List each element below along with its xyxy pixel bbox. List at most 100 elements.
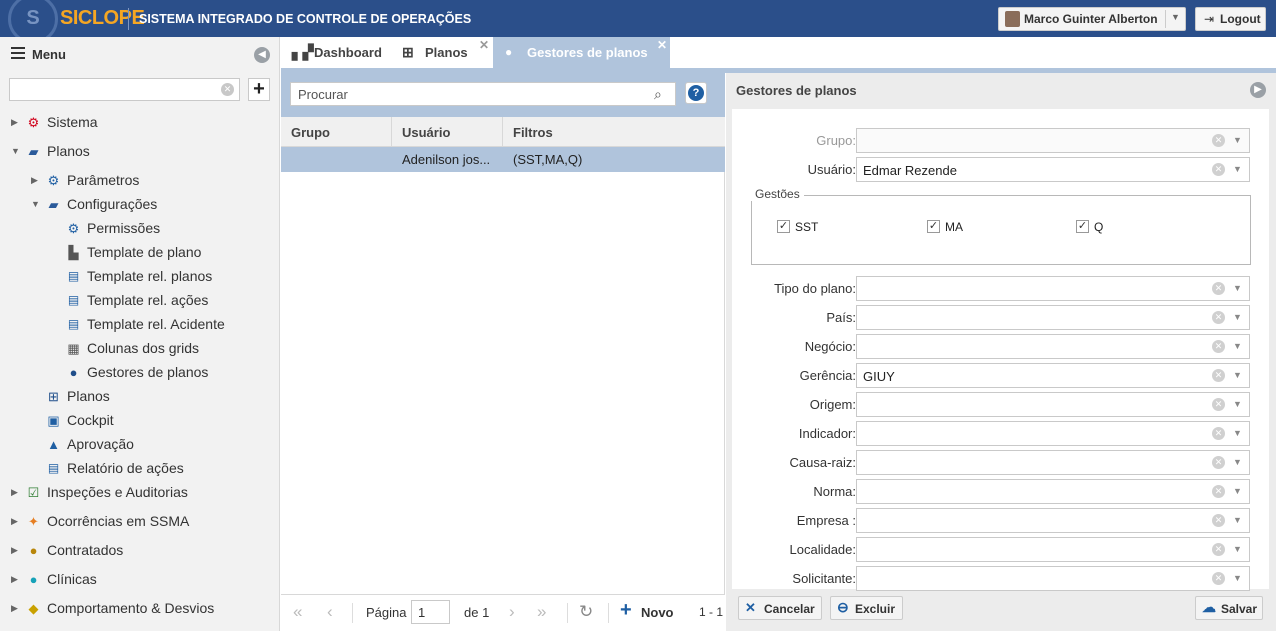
user-menu-divider bbox=[1165, 10, 1166, 28]
save-button[interactable]: ☁ Salvar bbox=[1195, 596, 1263, 620]
chevron-down-icon[interactable]: ▼ bbox=[1233, 312, 1242, 322]
first-page-icon[interactable]: « bbox=[293, 602, 302, 622]
collapse-arrow-icon[interactable]: ▼ bbox=[11, 146, 20, 156]
tab-gestores-de-planos[interactable]: ● Gestores de planos ✕ bbox=[493, 37, 670, 68]
expand-arrow-icon[interactable]: ▶ bbox=[11, 603, 18, 614]
add-button[interactable]: + bbox=[248, 78, 270, 101]
new-button[interactable]: + Novo bbox=[620, 599, 674, 623]
help-button[interactable]: ? bbox=[685, 82, 707, 104]
clear-icon[interactable]: ✕ bbox=[1212, 543, 1225, 556]
close-icon[interactable]: ✕ bbox=[657, 38, 667, 52]
chevron-down-icon[interactable]: ▼ bbox=[1171, 12, 1180, 22]
column-header-grupo[interactable]: Grupo bbox=[281, 117, 392, 147]
logout-button[interactable]: ⇥ Logout bbox=[1195, 7, 1266, 31]
clear-icon[interactable]: ✕ bbox=[1212, 485, 1225, 498]
chevron-down-icon[interactable]: ▼ bbox=[1233, 515, 1242, 525]
causa-raiz-select[interactable]: ✕ ▼ bbox=[856, 450, 1250, 475]
checkbox-label: Q bbox=[1094, 220, 1104, 234]
chevron-down-icon[interactable]: ▼ bbox=[1233, 283, 1242, 293]
clear-icon[interactable]: ✕ bbox=[1212, 369, 1225, 382]
chevron-down-icon[interactable]: ▼ bbox=[1233, 573, 1242, 583]
delete-label: Excluir bbox=[855, 602, 896, 616]
pdf-icon: ▤ bbox=[67, 269, 80, 283]
detail-panel: Gestores de planos ▶ Grupo: ✕ ▼ Usuário:… bbox=[726, 73, 1276, 631]
close-icon: ✕ bbox=[745, 600, 756, 615]
close-icon[interactable]: ✕ bbox=[479, 38, 489, 52]
clear-icon[interactable]: ✕ bbox=[1212, 398, 1225, 411]
sidebar-item-label: Contratados bbox=[47, 542, 124, 558]
prev-page-icon[interactable]: ‹ bbox=[327, 602, 333, 622]
collapse-arrow-icon[interactable]: ▼ bbox=[31, 199, 40, 209]
solicitante-select[interactable]: ✕ ▼ bbox=[856, 566, 1250, 591]
field-label: Solicitante: bbox=[792, 571, 856, 586]
page-number-input[interactable]: 1 bbox=[411, 600, 450, 624]
chevron-down-icon[interactable]: ▼ bbox=[1233, 341, 1242, 351]
usuario-select[interactable]: Edmar Rezende ✕ ▼ bbox=[856, 157, 1250, 182]
clear-icon[interactable]: ✕ bbox=[1212, 572, 1225, 585]
expand-arrow-icon[interactable]: ▶ bbox=[11, 516, 18, 527]
expand-arrow-icon[interactable]: ▶ bbox=[11, 545, 18, 556]
chevron-down-icon[interactable]: ▼ bbox=[1233, 457, 1242, 467]
clear-icon[interactable]: ✕ bbox=[1212, 340, 1225, 353]
tab-dashboard[interactable]: ▖▞ Dashboard bbox=[281, 37, 385, 68]
hamburger-icon[interactable] bbox=[11, 47, 25, 59]
gestoes-fieldset bbox=[751, 195, 1251, 265]
menu-search-input[interactable]: ✕ bbox=[9, 78, 240, 101]
clear-icon[interactable]: ✕ bbox=[1212, 311, 1225, 324]
cell-filtros: (SST,MA,Q) bbox=[513, 152, 583, 167]
clear-icon[interactable]: ✕ bbox=[1212, 514, 1225, 527]
collapse-left-icon[interactable]: ◀ bbox=[254, 47, 270, 63]
pais-select[interactable]: ✕ ▼ bbox=[856, 305, 1250, 330]
clear-icon[interactable]: ✕ bbox=[1212, 282, 1225, 295]
chevron-down-icon[interactable]: ▼ bbox=[1233, 399, 1242, 409]
origem-select[interactable]: ✕ ▼ bbox=[856, 392, 1250, 417]
check-icon[interactable]: ✓ bbox=[927, 220, 940, 233]
localidade-select[interactable]: ✕ ▼ bbox=[856, 537, 1250, 562]
cancel-button[interactable]: ✕ Cancelar bbox=[738, 596, 822, 620]
expand-arrow-icon[interactable]: ▶ bbox=[31, 175, 38, 186]
clear-icon[interactable]: ✕ bbox=[1212, 456, 1225, 469]
search-icon[interactable]: ⌕ bbox=[654, 86, 662, 103]
last-page-icon[interactable]: » bbox=[537, 602, 546, 622]
gear-icon: ⚙ bbox=[67, 221, 80, 236]
chevron-down-icon[interactable]: ▼ bbox=[1233, 428, 1242, 438]
grupo-select[interactable]: ✕ ▼ bbox=[856, 128, 1250, 153]
clear-icon[interactable]: ✕ bbox=[1212, 427, 1225, 440]
chevron-down-icon[interactable]: ▼ bbox=[1233, 544, 1242, 554]
grid-search-input[interactable]: Procurar ⌕ bbox=[290, 82, 676, 106]
chevron-down-icon[interactable]: ▼ bbox=[1233, 164, 1242, 174]
expand-arrow-icon[interactable]: ▶ bbox=[11, 487, 18, 498]
gerencia-select[interactable]: GIUY ✕ ▼ bbox=[856, 363, 1250, 388]
tipo-do-plano-select[interactable]: ✕ ▼ bbox=[856, 276, 1250, 301]
pdf-icon: ▤ bbox=[67, 317, 80, 331]
check-icon[interactable]: ✓ bbox=[777, 220, 790, 233]
negocio-select[interactable]: ✕ ▼ bbox=[856, 334, 1250, 359]
clear-icon[interactable]: ✕ bbox=[221, 83, 234, 96]
indicador-select[interactable]: ✕ ▼ bbox=[856, 421, 1250, 446]
tab-planos[interactable]: ⊞ Planos ✕ bbox=[391, 37, 491, 68]
clear-icon[interactable]: ✕ bbox=[1212, 163, 1225, 176]
chevron-down-icon[interactable]: ▼ bbox=[1233, 370, 1242, 380]
norma-select[interactable]: ✕ ▼ bbox=[856, 479, 1250, 504]
expand-arrow-icon[interactable]: ▶ bbox=[11, 117, 18, 128]
user-menu-button[interactable]: Marco Guinter Alberton ▼ bbox=[998, 7, 1186, 31]
pdf-icon: ▤ bbox=[47, 461, 60, 475]
chevron-down-icon[interactable]: ▼ bbox=[1233, 135, 1242, 145]
sidebar-item-label: Clínicas bbox=[47, 571, 97, 587]
delete-button[interactable]: ⊖ Excluir bbox=[830, 596, 903, 620]
field-value: Edmar Rezende bbox=[863, 163, 957, 178]
clear-icon[interactable]: ✕ bbox=[1212, 134, 1225, 147]
check-icon[interactable]: ✓ bbox=[1076, 220, 1089, 233]
table-row[interactable]: Adenilson jos... (SST,MA,Q) bbox=[281, 147, 725, 172]
refresh-icon[interactable]: ↻ bbox=[579, 602, 593, 622]
checkbox-label: MA bbox=[945, 220, 963, 234]
column-header-filtros[interactable]: Filtros bbox=[503, 117, 725, 147]
column-header-usuario[interactable]: Usuário bbox=[392, 117, 503, 147]
expand-right-icon[interactable]: ▶ bbox=[1250, 82, 1266, 98]
field-label: Gerência: bbox=[799, 368, 856, 383]
chevron-down-icon[interactable]: ▼ bbox=[1233, 486, 1242, 496]
plus-icon: + bbox=[620, 599, 632, 621]
empresa-select[interactable]: ✕ ▼ bbox=[856, 508, 1250, 533]
expand-arrow-icon[interactable]: ▶ bbox=[11, 574, 18, 585]
next-page-icon[interactable]: › bbox=[509, 602, 515, 622]
